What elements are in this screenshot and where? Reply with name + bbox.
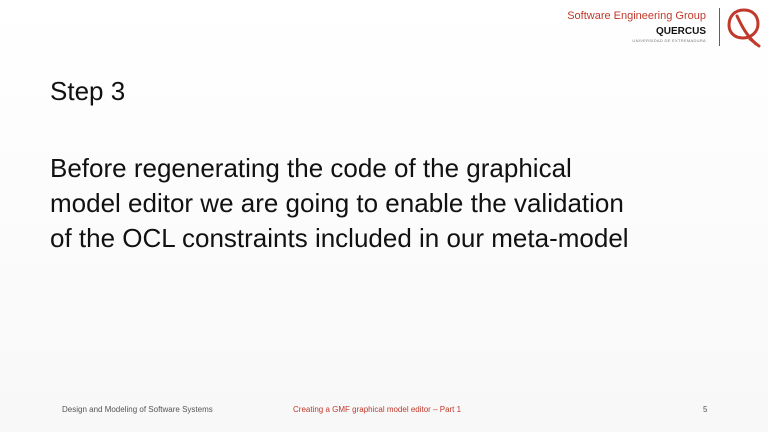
footer-topic: Creating a GMF graphical model editor – … xyxy=(293,405,462,414)
body-line: of the OCL constraints included in our m… xyxy=(50,223,629,253)
quercus-logo-icon xyxy=(726,6,762,48)
page-number: 5 xyxy=(703,405,708,414)
body-line: Before regenerating the code of the grap… xyxy=(50,153,572,183)
footer-course: Design and Modeling of Software Systems xyxy=(62,405,213,414)
header-divider xyxy=(719,8,720,46)
slide: Software Engineering Group QUERCUS UNIVE… xyxy=(0,0,768,432)
brand-name: QUERCUS xyxy=(655,26,706,37)
group-name: Software Engineering Group xyxy=(567,10,706,22)
body-line: model editor we are going to enable the … xyxy=(50,188,624,218)
header-group: Software Engineering Group QUERCUS UNIVE… xyxy=(567,10,706,43)
slide-title: Step 3 xyxy=(50,76,126,106)
slide-body: Before regenerating the code of the grap… xyxy=(50,151,740,256)
brand-subtitle: UNIVERSIDAD DE EXTREMADURA xyxy=(632,38,706,43)
